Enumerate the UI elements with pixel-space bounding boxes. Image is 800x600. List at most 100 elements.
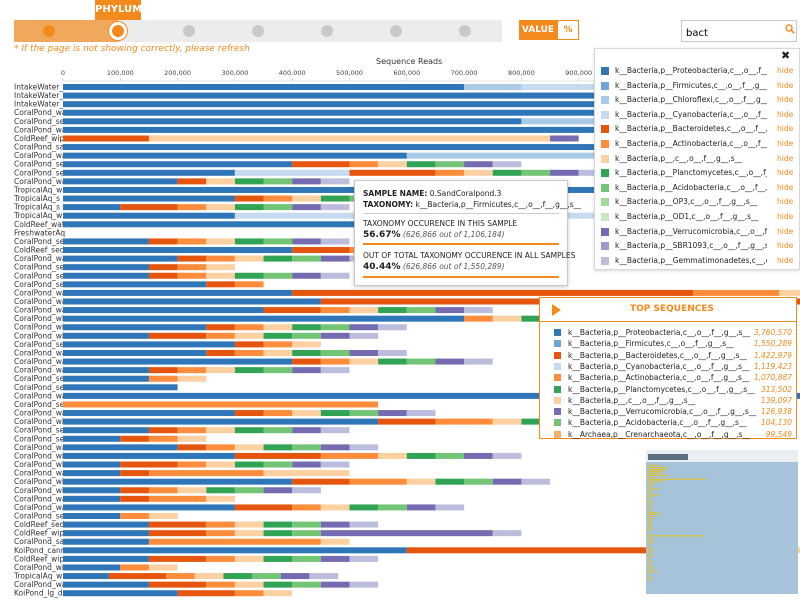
bar-segment[interactable] [234, 281, 264, 288]
bar-segment[interactable] [779, 289, 800, 296]
bar-segment[interactable] [63, 547, 407, 554]
level-class-dot[interactable] [183, 25, 195, 37]
bar-segment[interactable] [320, 452, 379, 459]
bar-segment[interactable] [378, 161, 407, 168]
bar-segment[interactable] [320, 349, 350, 356]
bar-segment[interactable] [309, 573, 339, 580]
hide-link[interactable]: hide [777, 195, 793, 209]
bar-segment[interactable] [349, 444, 379, 451]
hide-link[interactable]: hide [777, 64, 793, 78]
bar-segment[interactable] [177, 178, 207, 185]
bar-segment[interactable] [148, 581, 207, 588]
legend-item[interactable]: k__Bacteria,p__,c__,o__,f__,g__,s__ hide [601, 152, 797, 166]
bar-segment[interactable] [120, 495, 149, 502]
legend-item[interactable]: k__Bacteria,p__Proteobacteria,c__,o__,f_… [601, 64, 797, 78]
bar-segment[interactable] [63, 530, 149, 537]
bar-segment[interactable] [378, 324, 407, 331]
top-sequence-row[interactable]: k__Bacteria,p__Planctomycetes,c__,o__,f_… [554, 384, 792, 395]
bar-segment[interactable] [206, 281, 235, 288]
bar-segment[interactable] [63, 238, 149, 245]
bar-segment[interactable] [521, 169, 551, 176]
bar-segment[interactable] [148, 513, 178, 519]
bar-segment[interactable] [166, 573, 195, 580]
bar-segment[interactable] [206, 487, 235, 494]
percent-toggle-button[interactable]: % [557, 20, 579, 40]
bar-segment[interactable] [234, 324, 264, 331]
bar-segment[interactable] [234, 590, 264, 597]
bar-segment[interactable] [349, 478, 407, 485]
bar-segment[interactable] [63, 281, 207, 288]
bar-segment[interactable] [234, 178, 264, 185]
bar-segment[interactable] [63, 452, 235, 459]
bar-segment[interactable] [63, 384, 178, 391]
bar-segment[interactable] [177, 204, 207, 211]
bar-segment[interactable] [492, 161, 522, 168]
bar-segment[interactable] [63, 212, 235, 219]
bar-segment[interactable] [349, 555, 379, 562]
bar-segment[interactable] [177, 255, 207, 262]
bar-segment[interactable] [148, 521, 207, 528]
bar-segment[interactable] [63, 504, 235, 511]
level-phylum-handle[interactable] [109, 22, 127, 40]
bar-segment[interactable] [464, 315, 493, 322]
bar-segment[interactable] [63, 470, 121, 477]
bar-segment[interactable] [206, 530, 235, 537]
bar-segment[interactable] [263, 470, 350, 477]
bar-segment[interactable] [252, 573, 281, 580]
top-sequence-row[interactable]: k__Bacteria,p__Proteobacteria,c__,o__,f_… [554, 327, 792, 338]
bar-segment[interactable] [63, 358, 293, 365]
hide-link[interactable]: hide [777, 137, 793, 151]
bar-segment[interactable] [234, 487, 264, 494]
bar-segment[interactable] [148, 375, 178, 382]
bar-segment[interactable] [63, 272, 149, 279]
top-sequence-row[interactable]: k__Bacteria,p__Verrucomicrobia,c__,o__,f… [554, 406, 792, 417]
bar-segment[interactable] [406, 504, 436, 511]
bar-segment[interactable] [292, 555, 321, 562]
play-icon[interactable] [552, 304, 561, 316]
bar-segment[interactable] [263, 410, 293, 417]
bar-segment[interactable] [263, 590, 293, 597]
hide-link[interactable]: hide [777, 152, 793, 166]
top-sequence-row[interactable]: k__Bacteria,p__Actinobacteria,c__,o__,f_… [554, 372, 792, 383]
bar-segment[interactable] [492, 169, 522, 176]
bar-segment[interactable] [63, 461, 121, 468]
bar-segment[interactable] [292, 358, 321, 365]
bar-segment[interactable] [263, 324, 293, 331]
legend-item[interactable]: k__Bacteria,p__Actinobacteria,c__,o__,f_… [601, 137, 797, 151]
search-icon[interactable] [785, 24, 795, 34]
bar-segment[interactable] [63, 324, 207, 331]
bar-segment[interactable] [148, 564, 178, 571]
bar-segment[interactable] [234, 444, 264, 451]
bar-segment[interactable] [492, 530, 522, 537]
overview-minimap[interactable] [646, 450, 798, 594]
bar-segment[interactable] [194, 573, 224, 580]
close-icon[interactable]: ✖ [781, 49, 790, 62]
bar-segment[interactable] [492, 478, 522, 485]
bar-segment[interactable] [120, 461, 178, 468]
legend-item[interactable]: k__Bacteria,p__Chloroflexi,c__,o__,f__,g… [601, 93, 797, 107]
bar-segment[interactable] [492, 452, 522, 459]
bar-segment[interactable] [234, 427, 264, 434]
bar-segment[interactable] [320, 427, 350, 434]
bar-segment[interactable] [349, 324, 379, 331]
bar-segment[interactable] [63, 555, 149, 562]
bar-segment[interactable] [63, 135, 149, 142]
bar-segment[interactable] [206, 521, 235, 528]
bar-segment[interactable] [63, 315, 465, 322]
bar-segment[interactable] [378, 307, 407, 314]
value-toggle-button[interactable]: VALUE [519, 20, 557, 40]
minimap-viewport[interactable] [646, 462, 798, 594]
bar-segment[interactable] [435, 418, 493, 425]
level-order-dot[interactable] [252, 25, 264, 37]
hide-link[interactable]: hide [777, 210, 793, 224]
bar-segment[interactable] [292, 530, 321, 537]
bar-segment[interactable] [120, 487, 149, 494]
bar-segment[interactable] [263, 367, 293, 374]
bar-segment[interactable] [320, 504, 350, 511]
bar-segment[interactable] [63, 204, 121, 211]
bar-segment[interactable] [263, 427, 293, 434]
bar-segment[interactable] [378, 358, 407, 365]
bar-segment[interactable] [223, 573, 253, 580]
bar-segment[interactable] [177, 264, 207, 271]
bar-segment[interactable] [177, 444, 207, 451]
